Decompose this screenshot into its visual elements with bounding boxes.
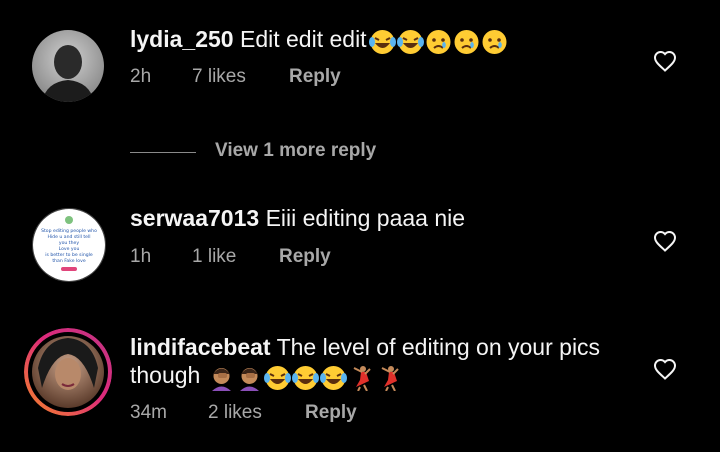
svg-text:Love you: Love you	[59, 246, 80, 252]
comment-body: Eiii editing paaa nie	[265, 205, 466, 231]
laughing-crying-emoji-icon	[292, 366, 320, 391]
comment-timestamp: 2h	[130, 66, 152, 87]
avatar-with-story-ring[interactable]	[24, 328, 112, 416]
avatar[interactable]	[32, 30, 104, 102]
comment-body: The level of editing on your pics	[276, 334, 601, 360]
comment-timestamp: 1h	[130, 246, 152, 267]
svg-text:is better to be single: is better to be single	[45, 252, 93, 258]
dancer-emoji-icon	[353, 366, 372, 392]
heart-icon[interactable]	[653, 230, 677, 252]
reply-button[interactable]: Reply	[279, 246, 331, 268]
comment-text: serwaa7013 Eiii editing paaa nie	[130, 204, 465, 233]
heart-icon[interactable]	[653, 50, 677, 72]
emoji-group	[208, 362, 404, 392]
crying-emoji-icon	[482, 30, 507, 55]
comment-text: lindifacebeat The level of editing on yo…	[130, 333, 600, 362]
svg-text:Hide u and still tell: Hide u and still tell	[47, 234, 90, 240]
comment-username[interactable]: serwaa7013	[130, 205, 259, 231]
comment-text: lydia_250 Edit edit edit	[130, 25, 509, 55]
comment-likes[interactable]: 7 likes	[192, 66, 246, 88]
reply-button[interactable]: Reply	[289, 66, 341, 88]
comment-text-continued: though	[130, 361, 404, 392]
svg-text:than Fake love: than Fake love	[52, 258, 86, 264]
dancer-emoji-icon	[381, 366, 400, 392]
heart-icon[interactable]	[653, 358, 677, 380]
comment-body-line2: though	[130, 362, 201, 388]
comment-body: Edit edit edit	[239, 26, 367, 52]
laughing-crying-emoji-icon	[396, 30, 424, 55]
facepalm-emoji-icon	[240, 368, 260, 392]
svg-text:Stop editing people who: Stop editing people who	[41, 228, 97, 234]
svg-text:you they: you they	[59, 240, 79, 246]
crying-emoji-icon	[426, 30, 451, 55]
facepalm-emoji-icon	[212, 368, 232, 392]
comment-likes[interactable]: 2 likes	[208, 402, 262, 424]
avatar[interactable]: Stop editing people who Hide u and still…	[32, 208, 106, 282]
emoji-group	[368, 26, 509, 55]
laughing-crying-emoji-icon	[368, 30, 396, 55]
reply-button[interactable]: Reply	[305, 402, 357, 424]
comment-likes[interactable]: 1 like	[192, 246, 236, 268]
comment-username[interactable]: lydia_250	[130, 26, 234, 52]
comment-timestamp: 34m	[130, 402, 167, 423]
view-more-label[interactable]: View 1 more reply	[215, 140, 376, 162]
laughing-crying-emoji-icon	[264, 366, 292, 391]
laughing-crying-emoji-icon	[320, 366, 348, 391]
comment-username[interactable]: lindifacebeat	[130, 334, 271, 360]
divider-line	[130, 152, 196, 153]
crying-emoji-icon	[454, 30, 479, 55]
